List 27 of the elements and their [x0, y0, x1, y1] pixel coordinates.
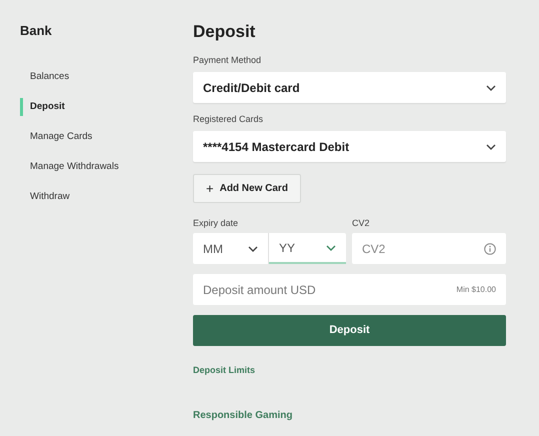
- info-icon: [484, 242, 496, 254]
- sidebar-item[interactable]: Deposit: [20, 98, 65, 116]
- month-select[interactable]: MM: [193, 233, 269, 264]
- sidebar-title: Bank: [20, 23, 53, 39]
- chevron-down-icon: [486, 144, 496, 150]
- chevron-down-icon: [326, 244, 336, 250]
- year-select[interactable]: YY: [269, 233, 346, 264]
- deposit-button[interactable]: Deposit: [193, 315, 506, 346]
- deposit-limits-link[interactable]: Deposit Limits: [193, 364, 256, 378]
- chevron-down-icon: [248, 246, 258, 252]
- field-label: Payment Method: [193, 54, 262, 66]
- sidebar-item[interactable]: Balances: [20, 68, 70, 86]
- minimum-amount-hint: Min $10.00: [456, 284, 496, 295]
- sidebar-item[interactable]: Manage Cards: [20, 128, 92, 146]
- cv2-field[interactable]: CV2: [352, 233, 506, 264]
- sidebar-item[interactable]: Manage Withdrawals: [20, 158, 119, 176]
- field-label: Registered Cards: [193, 113, 264, 125]
- add-card-button[interactable]: + Add New Card: [193, 174, 301, 203]
- field-label: Expiry date: [193, 217, 240, 229]
- chevron-down-icon: [486, 84, 496, 90]
- registered-card-select[interactable]: ****4154 Mastercard Debit: [193, 131, 506, 162]
- plus-icon: +: [206, 178, 214, 198]
- payment-method-select[interactable]: Credit/Debit card: [193, 72, 506, 103]
- page-title: Deposit: [193, 22, 256, 42]
- field-label: CV2: [352, 217, 371, 229]
- sidebar-item[interactable]: Withdraw: [20, 188, 70, 206]
- responsible-gaming-link[interactable]: Responsible Gaming: [193, 408, 292, 422]
